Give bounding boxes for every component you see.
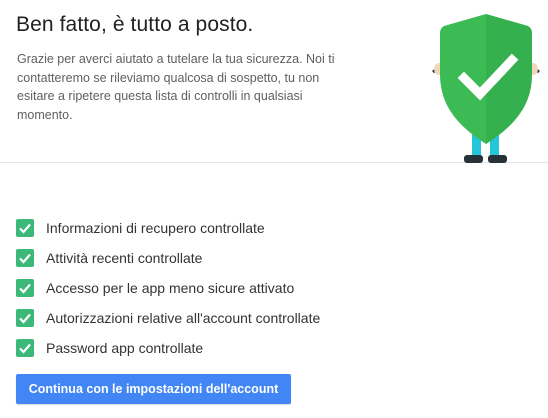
check-item-label: Accesso per le app meno sicure attivato [46, 280, 295, 296]
shield-shoe-right [488, 155, 507, 163]
check-item-label: Autorizzazioni relative all'account cont… [46, 310, 321, 326]
check-item-less-secure-apps: Accesso per le app meno sicure attivato [16, 273, 320, 303]
shield-shoe-left [464, 155, 483, 163]
check-item-label: Informazioni di recupero controllate [46, 220, 265, 236]
checkbox-checked-icon [16, 249, 34, 267]
check-item-account-permissions: Autorizzazioni relative all'account cont… [16, 303, 320, 333]
page-title: Ben fatto, è tutto a posto. [16, 13, 254, 36]
shield-checkmark-icon [432, 14, 540, 163]
intro-text: Grazie per averci aiutato a tutelare la … [17, 52, 335, 122]
check-item-recovery-info: Informazioni di recupero controllate [16, 213, 320, 243]
checklist: Informazioni di recupero controllate Att… [16, 213, 320, 363]
check-item-recent-activity: Attività recenti controllate [16, 243, 320, 273]
continue-to-account-settings-button[interactable]: Continua con le impostazioni dell'accoun… [16, 374, 291, 404]
checkbox-checked-icon [16, 309, 34, 327]
check-item-label: Password app controllate [46, 340, 204, 356]
check-item-app-passwords: Password app controllate [16, 333, 320, 363]
header-section: Ben fatto, è tutto a posto. Grazie per a… [0, 0, 548, 163]
checkbox-checked-icon [16, 219, 34, 237]
checkbox-checked-icon [16, 339, 34, 357]
check-item-label: Attività recenti controllate [46, 250, 203, 266]
checkbox-checked-icon [16, 279, 34, 297]
